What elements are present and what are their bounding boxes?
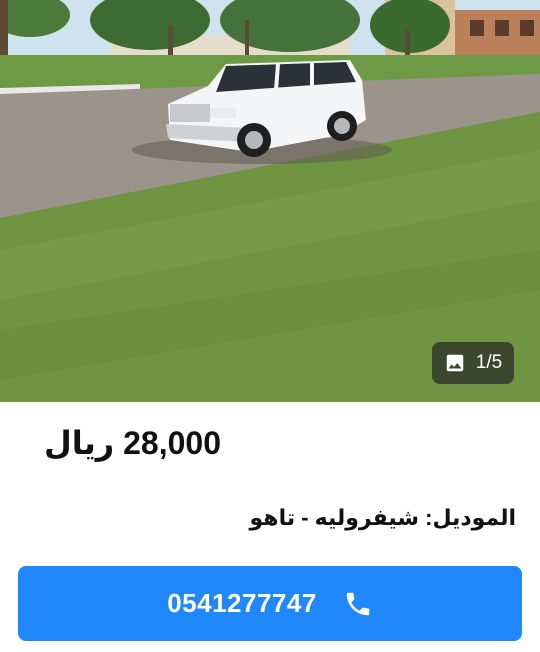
photo-counter-text: 1/5 (475, 352, 503, 373)
call-button[interactable]: 0541277747 (18, 566, 522, 641)
phone-icon (343, 589, 373, 619)
car-photo[interactable]: 1/5 (0, 0, 540, 402)
price: 28,000 ريال (44, 425, 221, 461)
model-line: الموديل: شيفروليه - تاهو (249, 505, 516, 530)
call-button-number: 0541277747 (167, 588, 317, 618)
photo-counter[interactable]: 1/5 (432, 342, 514, 384)
image-icon (444, 352, 466, 374)
